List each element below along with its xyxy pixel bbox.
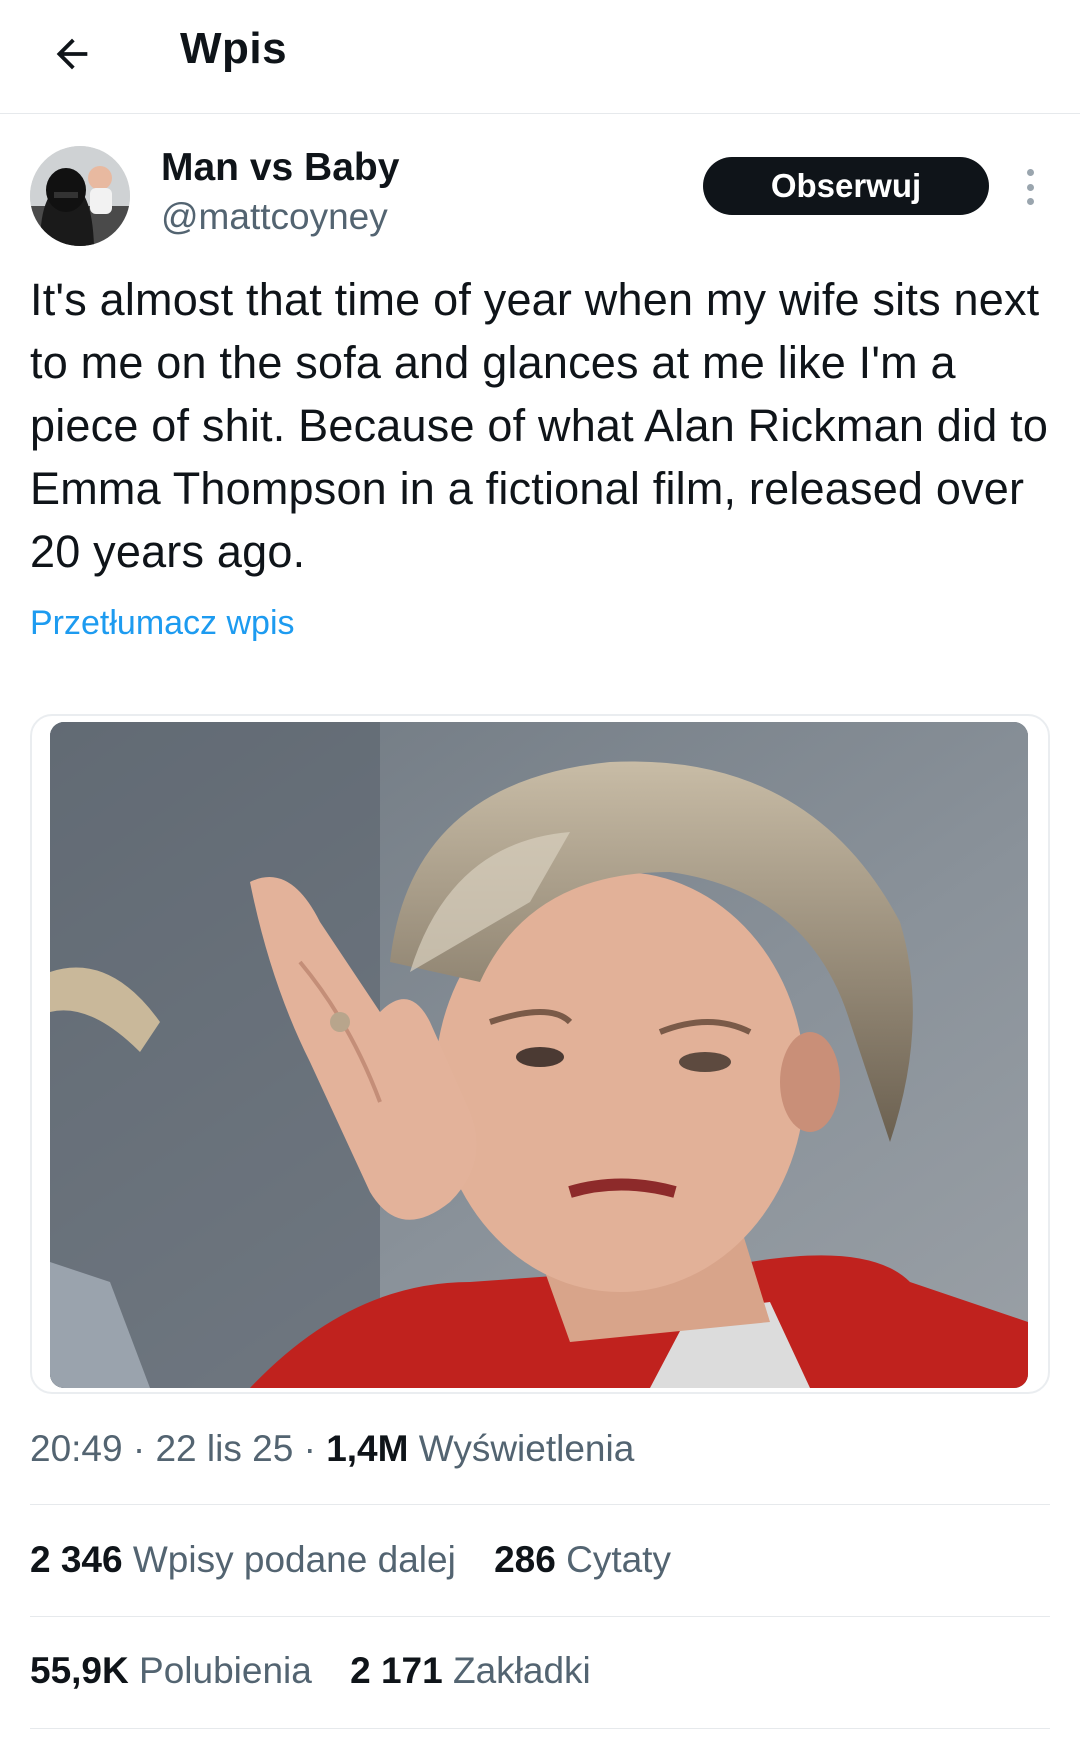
- tweet-time[interactable]: 20:49: [30, 1428, 123, 1469]
- more-options-button[interactable]: [1016, 165, 1044, 209]
- author-handle[interactable]: @mattcoyney: [161, 196, 388, 238]
- media-card[interactable]: [30, 714, 1050, 1394]
- bookmarks-label: Zakładki: [452, 1650, 591, 1691]
- likes-stat[interactable]: 55,9K Polubienia: [30, 1650, 312, 1692]
- views-label: Wyświetlenia: [418, 1428, 635, 1469]
- bookmarks-stat[interactable]: 2 171 Zakładki: [350, 1650, 591, 1692]
- reposts-label: Wpisy podane dalej: [132, 1539, 456, 1580]
- author-name[interactable]: Man vs Baby: [161, 146, 399, 190]
- arrow-left-icon: [56, 38, 88, 70]
- avatar[interactable]: [30, 146, 130, 246]
- quotes-stat[interactable]: 286 Cytaty: [494, 1539, 671, 1581]
- divider: [30, 1504, 1050, 1505]
- divider: [30, 1728, 1050, 1729]
- likes-label: Polubienia: [139, 1650, 312, 1691]
- quotes-count: 286: [494, 1539, 556, 1580]
- reposts-count: 2 346: [30, 1539, 123, 1580]
- tweet-text: It's almost that time of year when my wi…: [30, 274, 1049, 577]
- tweet-date[interactable]: 22 lis 25: [155, 1428, 293, 1469]
- tweet-detail-page: Wpis Man vs Baby @mattcoyney Obserwuj It…: [0, 0, 1080, 1747]
- avatar-image: [30, 146, 130, 246]
- divider: [30, 1616, 1050, 1617]
- tweet-meta: 20:49 · 22 lis 25 · 1,4M Wyświetlenia: [30, 1428, 635, 1469]
- tweet-image[interactable]: [50, 722, 1028, 1388]
- top-bar: Wpis: [0, 0, 1080, 114]
- likes-count: 55,9K: [30, 1650, 129, 1691]
- back-button[interactable]: [40, 22, 104, 86]
- page-title: Wpis: [180, 24, 288, 73]
- quotes-label: Cytaty: [566, 1539, 671, 1580]
- stats-row-likes: 55,9K Polubienia 2 171 Zakładki: [30, 1650, 619, 1692]
- bookmarks-count: 2 171: [350, 1650, 443, 1691]
- views-count: 1,4M: [326, 1428, 409, 1469]
- follow-button[interactable]: Obserwuj: [703, 157, 989, 215]
- reposts-stat[interactable]: 2 346 Wpisy podane dalej: [30, 1539, 456, 1581]
- more-vertical-icon: [1026, 169, 1034, 176]
- stats-row-reposts: 2 346 Wpisy podane dalej 286 Cytaty: [30, 1539, 699, 1581]
- translate-link[interactable]: Przetłumacz wpis: [30, 604, 295, 643]
- photo-illustration: [50, 722, 1028, 1388]
